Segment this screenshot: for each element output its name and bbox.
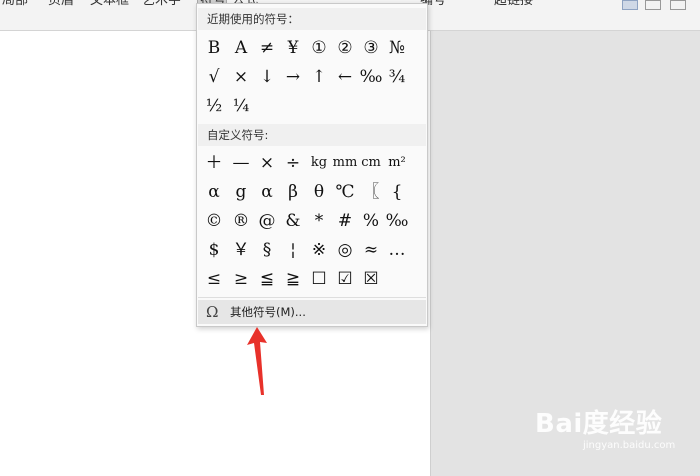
- symbol[interactable]: ©: [201, 208, 227, 234]
- symbol[interactable]: ®: [228, 208, 254, 234]
- symbol[interactable]: ÷: [280, 150, 306, 176]
- symbol[interactable]: ×: [254, 150, 280, 176]
- symbol[interactable]: α: [254, 179, 280, 205]
- more-symbols-button[interactable]: Ω 其他符号(M)...: [198, 300, 426, 324]
- symbol[interactable]: @: [254, 208, 280, 234]
- baidu-watermark: Bai度经验 jingyan.baidu.com: [535, 398, 695, 451]
- toolbar-icon-a[interactable]: [622, 0, 638, 10]
- symbol[interactable]: ¼: [228, 93, 254, 119]
- red-arrow-icon: [247, 327, 267, 395]
- symbol[interactable]: ←: [332, 64, 358, 90]
- symbol[interactable]: ¦: [280, 237, 306, 263]
- toolbar-item-wordart[interactable]: 艺术字: [142, 0, 181, 8]
- symbol[interactable]: ①: [306, 35, 332, 61]
- symbol[interactable]: ☑: [332, 266, 358, 292]
- toolbar-item-hyperlink[interactable]: 超链接: [494, 0, 533, 8]
- toolbar-item-textbox[interactable]: 文本框: [90, 0, 129, 8]
- symbol[interactable]: {: [384, 179, 410, 205]
- toolbar-icon-b[interactable]: [645, 0, 661, 10]
- symbol[interactable]: ×: [228, 64, 254, 90]
- symbol[interactable]: ‰: [384, 208, 410, 234]
- omega-icon: Ω: [206, 303, 219, 321]
- symbol[interactable]: ＋: [201, 150, 227, 176]
- toolbar-icon-c[interactable]: [670, 0, 686, 10]
- symbol[interactable]: ℃: [332, 179, 358, 205]
- symbol[interactable]: ②: [332, 35, 358, 61]
- symbol[interactable]: ½: [201, 93, 227, 119]
- symbol[interactable]: kg: [306, 150, 332, 176]
- symbol[interactable]: ↑: [306, 64, 332, 90]
- symbol[interactable]: ③: [358, 35, 384, 61]
- symbol[interactable]: $: [201, 237, 227, 263]
- symbol[interactable]: *: [306, 208, 332, 234]
- symbol[interactable]: g: [228, 179, 254, 205]
- symbol[interactable]: &: [280, 208, 306, 234]
- watermark-url: jingyan.baidu.com: [583, 440, 676, 451]
- symbol[interactable]: ≥: [228, 266, 254, 292]
- symbol[interactable]: m²: [384, 150, 410, 176]
- symbol[interactable]: ≦: [254, 266, 280, 292]
- symbol[interactable]: 〖: [358, 179, 384, 205]
- symbol[interactable]: ☒: [358, 266, 384, 292]
- symbol[interactable]: →: [280, 64, 306, 90]
- symbol[interactable]: mm: [332, 150, 358, 176]
- symbol[interactable]: #: [332, 208, 358, 234]
- symbol[interactable]: —: [228, 150, 254, 176]
- custom-symbols-header: 自定义符号:: [198, 124, 426, 146]
- symbol[interactable]: %: [358, 208, 384, 234]
- symbol[interactable]: ☐: [306, 266, 332, 292]
- symbol[interactable]: ￥: [228, 237, 254, 263]
- toolbar-item-header[interactable]: 页眉: [48, 0, 74, 8]
- symbol[interactable]: B: [201, 35, 227, 61]
- symbol[interactable]: cm: [358, 150, 384, 176]
- symbol[interactable]: √: [201, 64, 227, 90]
- menu-divider: [198, 297, 426, 298]
- symbol[interactable]: ≈: [358, 237, 384, 263]
- symbol[interactable]: ◎: [332, 237, 358, 263]
- symbol[interactable]: §: [254, 237, 280, 263]
- symbol[interactable]: β: [280, 179, 306, 205]
- symbol[interactable]: …: [384, 237, 410, 263]
- symbol[interactable]: ≧: [280, 266, 306, 292]
- symbol[interactable]: ¥: [280, 35, 306, 61]
- symbol[interactable]: θ: [306, 179, 332, 205]
- recent-symbols-header: 近期使用的符号：: [198, 8, 426, 30]
- symbol[interactable]: ¾: [384, 64, 410, 90]
- symbol[interactable]: №: [384, 35, 410, 61]
- symbol[interactable]: A: [228, 35, 254, 61]
- more-symbols-label: 其他符号(M)...: [230, 305, 306, 319]
- toolbar-item-local[interactable]: 局部: [2, 0, 28, 8]
- symbol[interactable]: ≠: [254, 35, 280, 61]
- watermark-text: Bai度经验: [535, 409, 663, 439]
- symbol[interactable]: ≤: [201, 266, 227, 292]
- symbol-dropdown: 近期使用的符号： B A ≠ ¥ ① ② ③ № √ × ↓ → ↑ ← ‰ ¾…: [196, 3, 428, 327]
- symbol[interactable]: α: [201, 179, 227, 205]
- symbol[interactable]: ※: [306, 237, 332, 263]
- symbol[interactable]: ‰: [358, 64, 384, 90]
- symbol[interactable]: ↓: [254, 64, 280, 90]
